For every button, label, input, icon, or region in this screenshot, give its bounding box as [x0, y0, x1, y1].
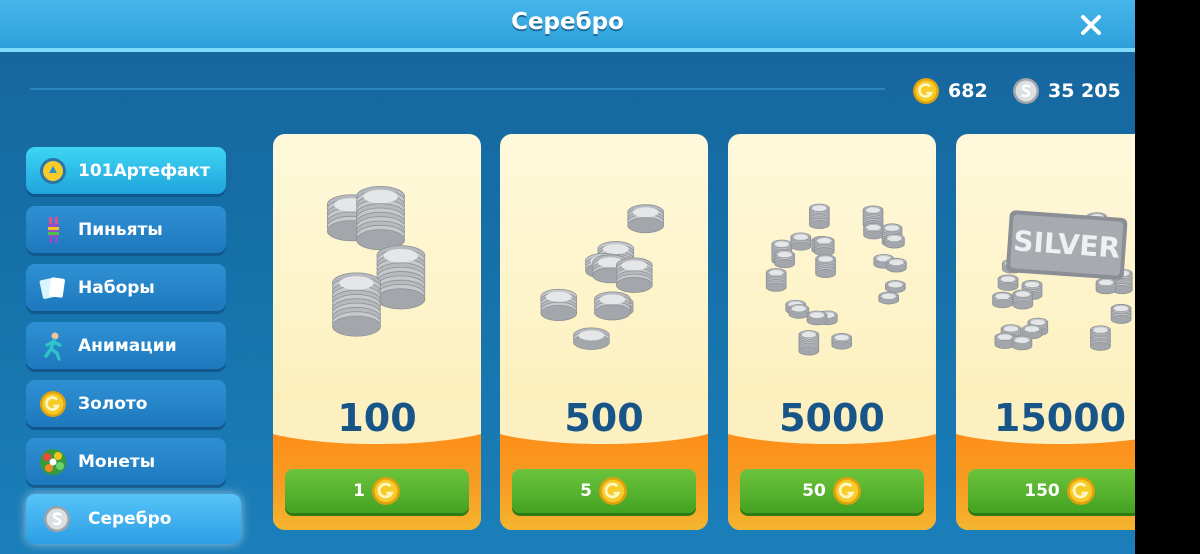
- sidebar-item-gold[interactable]: Золото: [26, 380, 226, 427]
- sidebar-item-artifact[interactable]: 101Артефакт: [26, 147, 226, 194]
- gold-coin-icon: [1066, 477, 1095, 505]
- silver-coin-stack-icon: [540, 204, 665, 350]
- sidebar-item-label: Наборы: [78, 277, 155, 298]
- silver-amount: 35 205: [1048, 80, 1121, 102]
- silver-coin-stack-icon: [326, 186, 426, 337]
- sidebar-item-silver[interactable]: Серебро: [26, 494, 241, 544]
- sidebar-item-label: Анимации: [78, 335, 177, 356]
- shop-screen: Серебро 682 35 205 101Артефакт Пиньяты Н…: [0, 0, 1135, 554]
- price-label: 50: [802, 481, 826, 501]
- offer-amount: 5000: [779, 396, 885, 440]
- offer-card-100[interactable]: 100 1: [273, 134, 481, 530]
- sidebar-item-label: Монеты: [78, 451, 156, 472]
- coin-wreath-icon: [38, 447, 68, 477]
- pinata-icon: [38, 215, 68, 245]
- offer-amount: 500: [564, 396, 644, 440]
- cards-icon: [38, 273, 68, 303]
- offer-amount: 15000: [993, 396, 1127, 440]
- title-bar: Серебро: [0, 0, 1135, 52]
- device-edge: [1135, 0, 1200, 554]
- price-label: 5: [580, 481, 592, 501]
- buy-button[interactable]: 1: [285, 469, 469, 513]
- sidebar-item-pinatas[interactable]: Пиньяты: [26, 206, 226, 253]
- offer-amount: 100: [337, 396, 417, 440]
- gold-coin-icon: [913, 78, 939, 104]
- offer-card-5000[interactable]: 5000 50: [728, 134, 936, 530]
- sidebar-item-coins[interactable]: Монеты: [26, 438, 226, 485]
- gold-coin-icon: [38, 389, 68, 419]
- gold-amount: 682: [948, 80, 988, 102]
- close-icon: [1081, 15, 1101, 35]
- divider: [30, 88, 885, 90]
- silver-coin-icon: [1013, 78, 1039, 104]
- silver-bar-pile-icon: SILVER: [992, 210, 1133, 351]
- runner-icon: [38, 331, 68, 361]
- gold-coin-icon: [598, 477, 627, 505]
- close-button[interactable]: [1074, 8, 1108, 42]
- silver-coin-pile-icon: [765, 203, 907, 356]
- gold-coin-icon: [371, 477, 400, 505]
- gold-coin-icon: [832, 477, 861, 505]
- sidebar-item-sets[interactable]: Наборы: [26, 264, 226, 311]
- page-title: Серебро: [511, 9, 624, 35]
- price-label: 1: [353, 481, 365, 501]
- sidebar-item-label: Пиньяты: [78, 219, 163, 240]
- offer-card-15000[interactable]: SILVER 15000 150: [956, 134, 1135, 530]
- artifact-coin-icon: [38, 156, 68, 186]
- offer-card-500[interactable]: 500 5: [500, 134, 708, 530]
- price-label: 150: [1024, 481, 1060, 501]
- buy-button[interactable]: 150: [968, 469, 1135, 513]
- sidebar-item-label: Серебро: [88, 509, 172, 529]
- buy-button[interactable]: 5: [512, 469, 696, 513]
- sidebar-item-animations[interactable]: Анимации: [26, 322, 226, 369]
- sidebar-item-label: Золото: [78, 393, 148, 414]
- sidebar-item-label: 101Артефакт: [78, 160, 210, 181]
- silver-coin-icon: [42, 504, 72, 534]
- gold-balance: 682: [912, 76, 988, 106]
- buy-button[interactable]: 50: [740, 469, 924, 513]
- silver-balance: 35 205: [1012, 76, 1121, 106]
